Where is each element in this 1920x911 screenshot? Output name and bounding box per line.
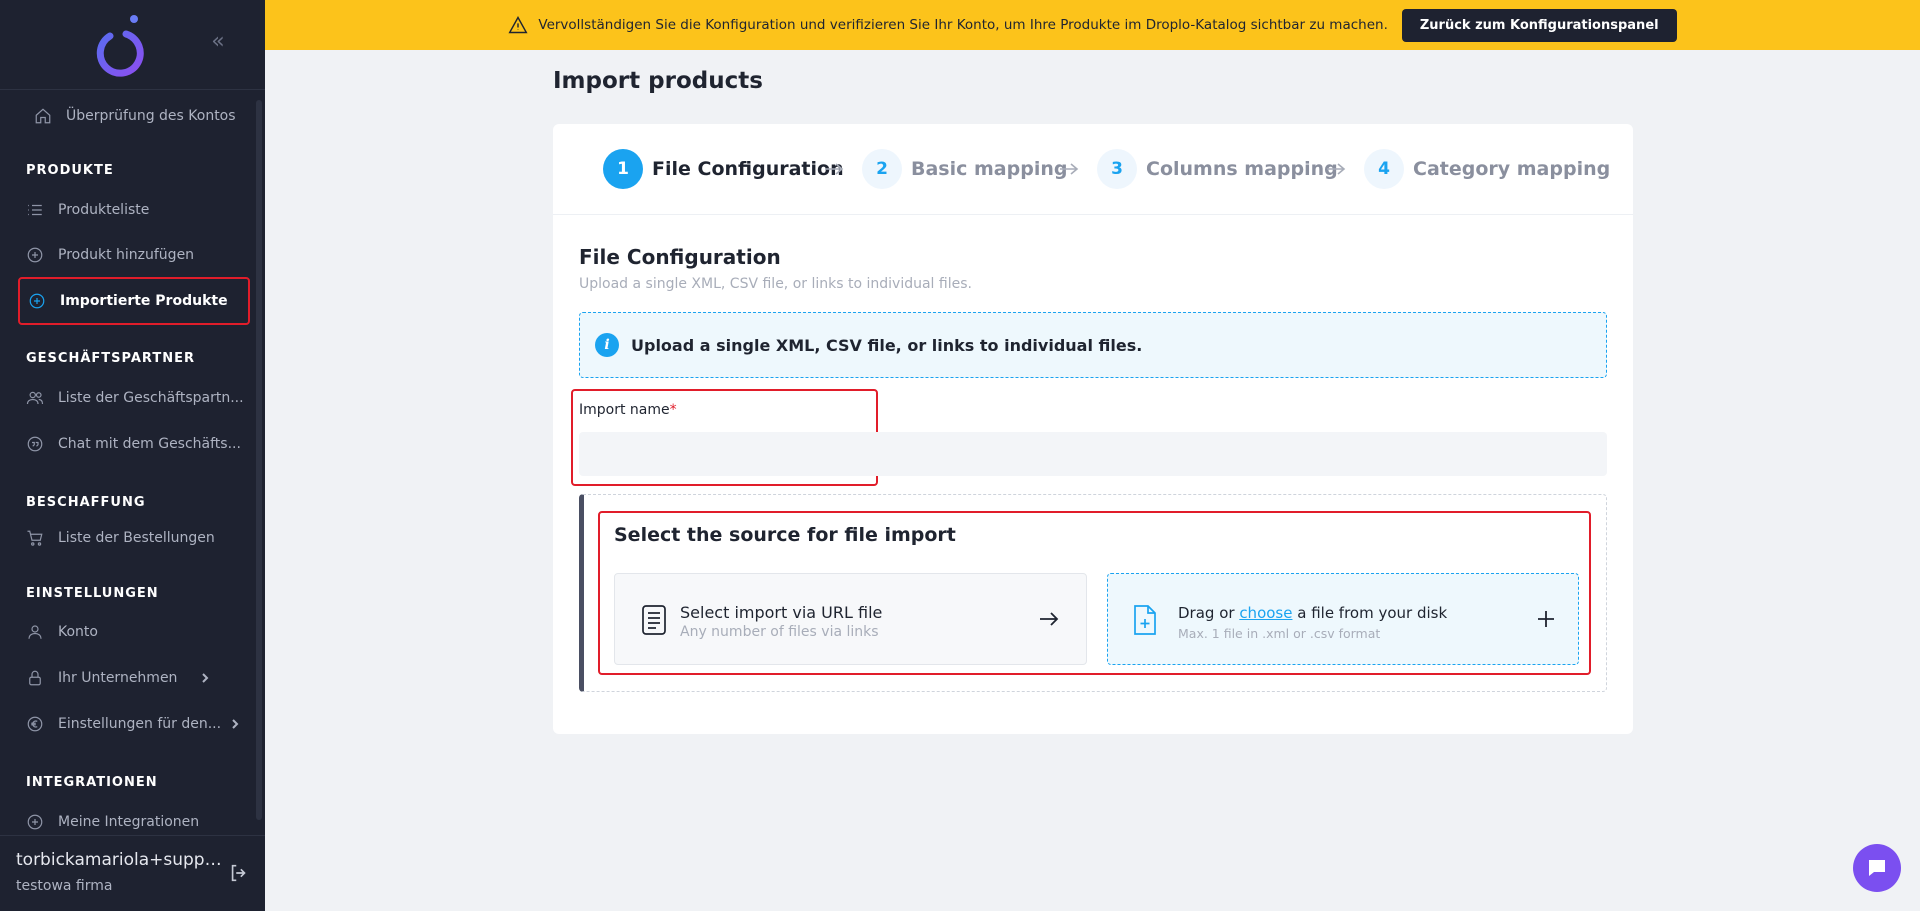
arrow-right-icon <box>1058 161 1080 177</box>
url-option-title: Select import via URL file <box>680 603 883 622</box>
warning-icon <box>508 15 528 35</box>
sidebar-item-account[interactable]: Konto <box>24 617 98 647</box>
sidebar-item-label: Chat mit dem Geschäfts... <box>58 436 241 452</box>
file-option-prefix: Drag or <box>1178 604 1240 622</box>
user-icon <box>24 621 46 643</box>
arrow-right-icon <box>1325 161 1347 177</box>
home-icon <box>32 105 54 127</box>
url-import-option[interactable]: Select import via URL file Any number of… <box>614 573 1087 665</box>
info-text: Upload a single XML, CSV file, or links … <box>631 335 1143 355</box>
sidebar-item-orders[interactable]: Liste der Bestellungen <box>24 523 215 553</box>
sidebar-item-integrations[interactable]: Meine Integrationen <box>24 807 199 837</box>
chat-icon <box>1869 860 1885 876</box>
document-icon <box>641 604 667 636</box>
sidebar-item-imported-products[interactable]: Importierte Produkte <box>18 277 250 325</box>
company-name: testowa firma <box>16 878 113 894</box>
step-columns-mapping[interactable]: 3 Columns mapping <box>1097 149 1338 189</box>
banner-text: Vervollständigen Sie die Konfiguration u… <box>538 17 1388 33</box>
plus-circle-icon <box>26 290 48 312</box>
step-basic-mapping[interactable]: 2 Basic mapping <box>862 149 1067 189</box>
logo-area: « <box>0 0 265 90</box>
file-upload-dropzone[interactable]: Drag or choose a file from your disk Max… <box>1107 573 1579 665</box>
sidebar-scrollbar[interactable] <box>256 100 262 820</box>
sidebar-item-label: Liste der Bestellungen <box>58 530 215 546</box>
sidebar-item-label: Produkt hinzufügen <box>58 247 195 263</box>
double-chevron-left-icon[interactable]: « <box>206 30 230 54</box>
step-number: 1 <box>603 149 643 189</box>
sidebar-item-label: Meine Integrationen <box>58 814 200 830</box>
arrow-right-icon <box>823 161 845 177</box>
list-icon <box>24 199 46 221</box>
sidebar-item-label: Einstellungen für den... <box>58 716 222 732</box>
step-file-configuration[interactable]: 1 File Configuration <box>603 149 844 189</box>
section-produkte: PRODUKTE <box>26 163 114 178</box>
info-icon: i <box>595 333 619 357</box>
import-name-label-text: Import name <box>579 402 670 418</box>
section-integrations: INTEGRATIONEN <box>26 775 158 790</box>
url-option-subtitle: Any number of files via links <box>680 624 879 640</box>
sidebar: « Überprüfung des Kontos PRODUKTE Produk… <box>0 0 265 911</box>
step-number: 3 <box>1097 149 1137 189</box>
sidebar-item-label: Produkteliste <box>58 202 150 218</box>
sidebar-item-label: Konto <box>58 624 98 640</box>
sidebar-footer: torbickamariola+suppli... testowa firma <box>0 835 265 911</box>
section-procurement: BESCHAFFUNG <box>26 495 146 510</box>
choose-file-link[interactable]: choose <box>1239 604 1292 622</box>
user-email: torbickamariola+suppli... <box>16 850 222 870</box>
section-subtitle: Upload a single XML, CSV file, or links … <box>579 276 972 292</box>
file-option-subtitle: Max. 1 file in .xml or .csv format <box>1178 626 1381 641</box>
file-option-title: Drag or choose a file from your disk <box>1178 604 1447 622</box>
required-mark: * <box>669 402 677 418</box>
euro-icon <box>24 713 46 735</box>
logo-icon[interactable] <box>96 14 148 78</box>
sidebar-item-partner-chat[interactable]: Chat mit dem Geschäfts... <box>24 429 241 459</box>
chat-widget-button[interactable] <box>1853 844 1901 892</box>
info-box: i Upload a single XML, CSV file, or link… <box>579 312 1607 378</box>
sidebar-item-partner-list[interactable]: Liste der Geschäftspartn... <box>24 383 244 413</box>
sidebar-item-label: Liste der Geschäftspartn... <box>58 390 244 406</box>
step-number: 4 <box>1364 149 1404 189</box>
file-option-suffix: a file from your disk <box>1292 604 1448 622</box>
import-card: 1 File Configuration 2 Basic mapping 3 C… <box>553 124 1633 734</box>
users-icon <box>24 387 46 409</box>
source-section: Select the source for file import Select… <box>579 494 1607 692</box>
sidebar-item-label: Überprüfung des Kontos <box>66 108 236 124</box>
step-label: Category mapping <box>1413 158 1611 180</box>
sidebar-item-account-verification[interactable]: Überprüfung des Kontos <box>32 101 236 131</box>
step-label: Basic mapping <box>911 158 1068 180</box>
sidebar-item-add-product[interactable]: Produkt hinzufügen <box>24 240 194 270</box>
page-title: Import products <box>553 68 763 94</box>
sidebar-item-label: Importierte Produkte <box>60 293 228 309</box>
plus-circle-icon <box>24 811 46 833</box>
source-title: Select the source for file import <box>614 524 956 546</box>
chevron-right-icon <box>229 718 241 730</box>
sidebar-item-your-company[interactable]: Ihr Unternehmen <box>24 663 211 693</box>
sidebar-item-label: Ihr Unternehmen <box>58 670 178 686</box>
section-title: File Configuration <box>579 245 781 269</box>
stepper: 1 File Configuration 2 Basic mapping 3 C… <box>553 124 1633 215</box>
step-label: Columns mapping <box>1146 158 1338 180</box>
lock-icon <box>24 667 46 689</box>
sidebar-item-settings-for[interactable]: Einstellungen für den... <box>24 709 241 739</box>
cart-icon <box>24 527 46 549</box>
section-settings: EINSTELLUNGEN <box>26 586 159 601</box>
plus-icon <box>1536 609 1556 629</box>
back-to-config-button[interactable]: Zurück zum Konfigurationspanel <box>1401 8 1677 42</box>
logout-icon[interactable] <box>228 862 250 884</box>
arrow-right-icon <box>1038 610 1060 628</box>
quote-chat-icon <box>24 433 46 455</box>
file-add-icon <box>1132 604 1158 636</box>
step-category-mapping[interactable]: 4 Category mapping <box>1364 149 1610 189</box>
verification-banner: Vervollständigen Sie die Konfiguration u… <box>265 0 1920 50</box>
step-number: 2 <box>862 149 902 189</box>
import-name-label: Import name* <box>579 402 677 418</box>
sidebar-item-product-list[interactable]: Produkteliste <box>24 195 149 225</box>
chevron-right-icon <box>199 672 211 684</box>
import-name-input[interactable] <box>579 432 1607 476</box>
section-business-partners: GESCHÄFTSPARTNER <box>26 351 195 366</box>
plus-circle-icon <box>24 244 46 266</box>
step-label: File Configuration <box>652 158 844 180</box>
